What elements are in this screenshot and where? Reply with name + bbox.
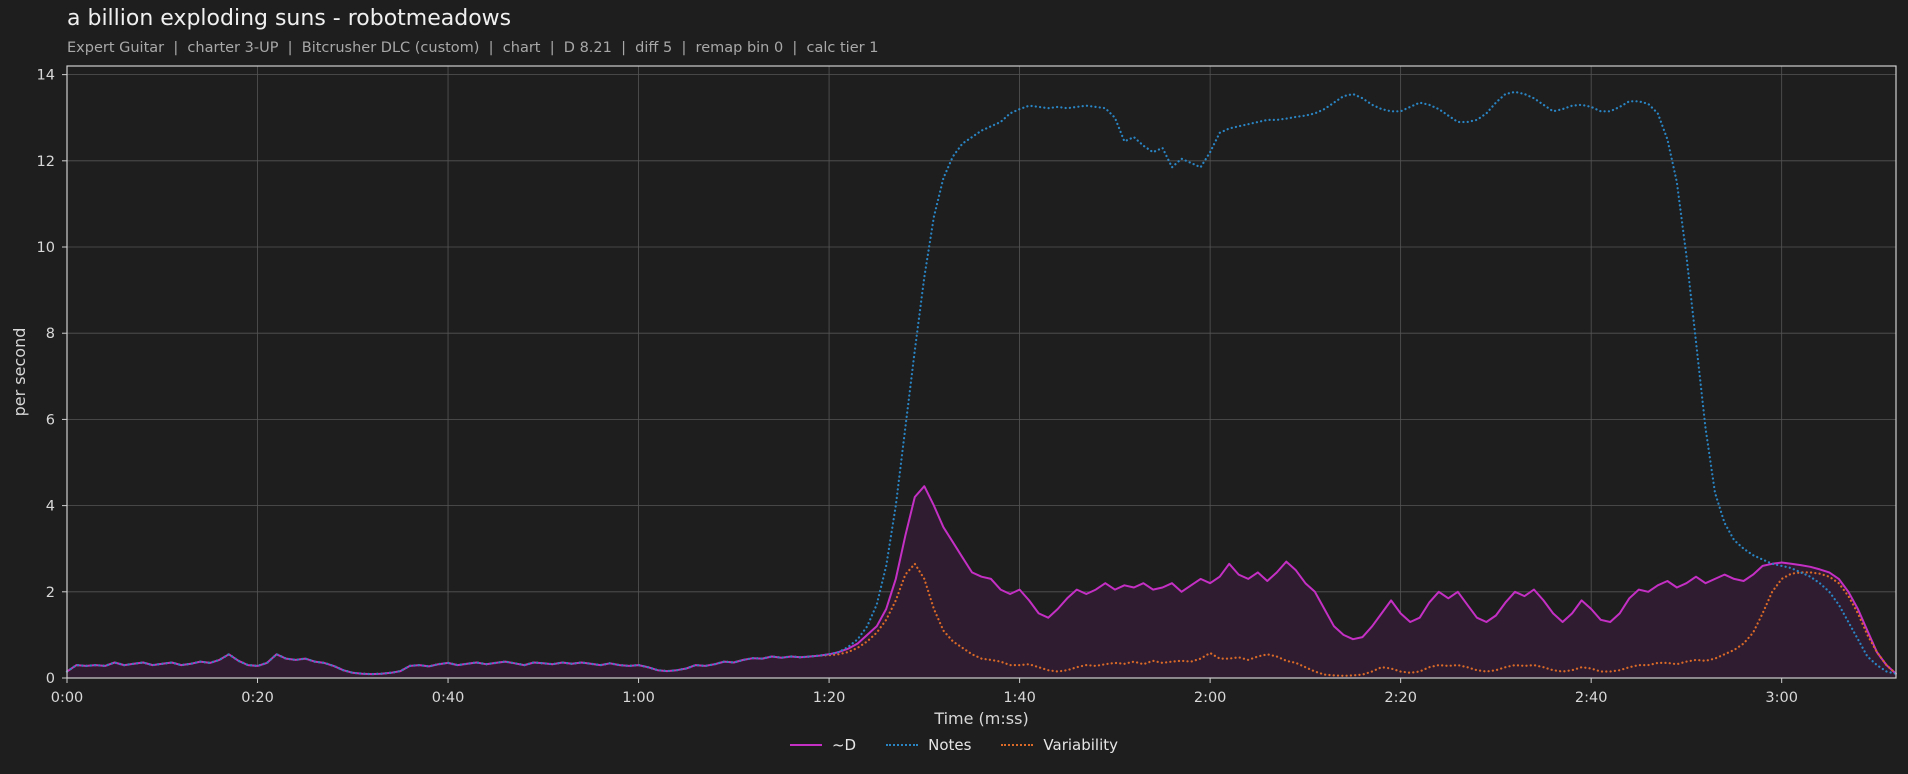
- x-tick-label: 1:40: [1003, 690, 1036, 706]
- legend: ~D Notes Variability: [0, 736, 1908, 754]
- x-tick-label: 2:00: [1194, 690, 1227, 706]
- y-tick-label: 2: [46, 585, 55, 601]
- legend-swatch: [1001, 744, 1034, 746]
- legend-label: Variability: [1043, 736, 1119, 754]
- x-axis-label: Time (m:ss): [933, 709, 1028, 728]
- x-tick-label: 2:40: [1575, 690, 1608, 706]
- y-axis-label: per second: [10, 328, 29, 417]
- y-tick-label: 8: [46, 326, 55, 342]
- y-tick-label: 4: [46, 499, 55, 515]
- y-tick-label: 12: [37, 154, 55, 170]
- legend-label: Notes: [928, 736, 972, 754]
- x-tick-label: 0:00: [51, 690, 84, 706]
- legend-item: ~D: [789, 736, 857, 754]
- x-tick-label: 0:40: [432, 690, 465, 706]
- x-tick-label: 3:00: [1765, 690, 1798, 706]
- x-tick-label: 0:20: [241, 690, 274, 706]
- legend-item: Variability: [1001, 736, 1118, 754]
- x-tick-label: 1:20: [813, 690, 846, 706]
- y-tick-label: 14: [37, 68, 55, 84]
- y-tick-label: 6: [46, 412, 55, 428]
- y-tick-label: 0: [46, 671, 55, 687]
- x-tick-label: 1:00: [622, 690, 655, 706]
- legend-label: ~D: [831, 736, 857, 754]
- series-fill-layer: [67, 486, 1896, 678]
- line-chart: 0:00 0:20 0:40 1:00 1:20 1:40 2:00 2:20 2:40 3:00…: [10, 65, 1898, 728]
- legend-swatch: [789, 744, 822, 746]
- series-fill-d: [67, 486, 1896, 678]
- legend-swatch: [886, 744, 919, 746]
- legend-item: Notes: [886, 736, 971, 754]
- y-tick-label: 10: [37, 240, 55, 256]
- x-tick-label: 2:20: [1384, 690, 1417, 706]
